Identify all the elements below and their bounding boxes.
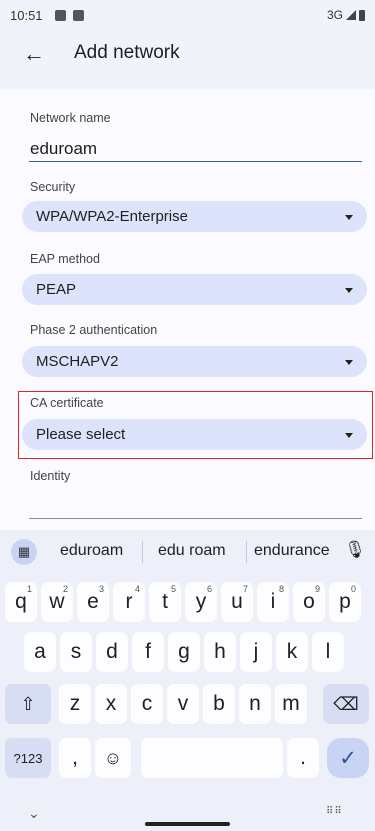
caret-down-icon [345, 360, 353, 365]
space-key[interactable] [141, 738, 283, 778]
eap-method-label: EAP method [30, 252, 100, 266]
key-z[interactable]: z [59, 684, 91, 724]
caret-down-icon [345, 215, 353, 220]
key-label: t [162, 590, 168, 613]
backspace-icon[interactable]: ⌫ [323, 684, 369, 724]
sim-card-icon [73, 10, 84, 21]
key-k[interactable]: k [276, 632, 308, 672]
key-sup: 5 [170, 584, 176, 594]
symbols-key[interactable]: ?123 [5, 738, 51, 778]
key-sup: 1 [26, 584, 32, 594]
security-value: WPA/WPA2-Enterprise [36, 208, 188, 225]
key-j[interactable]: j [240, 632, 272, 672]
page-title: Add network [74, 42, 180, 63]
key-d[interactable]: d [96, 632, 128, 672]
phase2-value: MSCHAPV2 [36, 353, 119, 370]
suggestion-1[interactable]: eduroam [60, 542, 123, 560]
key-label: o [303, 590, 315, 613]
suggestion-divider [246, 541, 247, 563]
suggestion-3[interactable]: endurance [254, 542, 330, 560]
key-w[interactable]: w2 [41, 582, 73, 622]
ca-certificate-highlight [18, 391, 373, 459]
shift-icon[interactable]: ⇧ [5, 684, 51, 724]
key-label: y [195, 590, 207, 613]
key-n[interactable]: n [239, 684, 271, 724]
network-name-input[interactable]: eduroam [30, 139, 97, 159]
key-e[interactable]: e3 [77, 582, 109, 622]
key-v[interactable]: v [167, 684, 199, 724]
network-name-underline [29, 161, 362, 162]
network-name-label: Network name [30, 111, 111, 125]
period-key[interactable]: . [287, 738, 319, 778]
hide-keyboard-chevron-icon[interactable]: ⌄ [28, 805, 40, 822]
microphone-icon[interactable]: 🎙 [343, 538, 367, 562]
key-a[interactable]: a [24, 632, 56, 672]
key-sup: 3 [98, 584, 104, 594]
emoji-icon[interactable]: ☺ [95, 738, 131, 778]
key-h[interactable]: h [204, 632, 236, 672]
suggestion-divider [142, 541, 143, 563]
eap-method-value: PEAP [36, 281, 77, 298]
key-label: u [231, 590, 243, 613]
battery-icon [359, 9, 365, 21]
identity-label: Identity [30, 469, 71, 483]
key-sup: 9 [314, 584, 320, 594]
comma-key[interactable]: , [59, 738, 91, 778]
key-g[interactable]: g [168, 632, 200, 672]
keyboard [0, 530, 375, 831]
key-label: p [339, 590, 351, 613]
signal-icon [346, 10, 356, 20]
key-i[interactable]: i8 [257, 582, 289, 622]
key-u[interactable]: u7 [221, 582, 253, 622]
key-sup: 8 [278, 584, 284, 594]
key-sup: 7 [242, 584, 248, 594]
key-b[interactable]: b [203, 684, 235, 724]
keyboard-switch-icon[interactable]: ⠿⠿ [326, 806, 343, 817]
key-sup: 2 [62, 584, 68, 594]
home-indicator[interactable] [145, 822, 230, 826]
apps-grid-icon[interactable]: ▦ [11, 539, 37, 565]
key-label: q [15, 590, 27, 613]
key-t[interactable]: t5 [149, 582, 181, 622]
network-type: 3G [326, 8, 343, 22]
key-y[interactable]: y6 [185, 582, 217, 622]
notification-icon [55, 10, 66, 21]
suggestion-2[interactable]: edu roam [158, 542, 226, 560]
phase2-dropdown[interactable]: MSCHAPV2 [22, 346, 367, 377]
back-arrow-icon[interactable]: ← [20, 40, 48, 68]
key-label: e [87, 590, 99, 613]
key-p[interactable]: p0 [329, 582, 361, 622]
app-bar: ← Add network [0, 34, 375, 74]
status-time: 10:51 [10, 8, 43, 23]
key-o[interactable]: o9 [293, 582, 325, 622]
key-label: r [125, 590, 133, 613]
key-sup: 0 [350, 584, 356, 594]
key-r[interactable]: r4 [113, 582, 145, 622]
status-right: 3G [327, 8, 365, 22]
identity-input[interactable] [29, 518, 362, 519]
key-s[interactable]: s [60, 632, 92, 672]
key-x[interactable]: x [95, 684, 127, 724]
phase2-label: Phase 2 authentication [30, 323, 158, 337]
key-l[interactable]: l [312, 632, 344, 672]
key-m[interactable]: m [275, 684, 307, 724]
key-q[interactable]: q1 [5, 582, 37, 622]
security-label: Security [30, 180, 76, 194]
status-bar: 10:51 3G [0, 0, 375, 34]
key-label: i [270, 590, 276, 613]
key-sup: 4 [134, 584, 140, 594]
caret-down-icon [345, 288, 353, 293]
eap-method-dropdown[interactable]: PEAP [22, 274, 367, 305]
key-c[interactable]: c [131, 684, 163, 724]
check-icon[interactable]: ✓ [327, 738, 369, 778]
key-sup: 6 [206, 584, 212, 594]
security-dropdown[interactable]: WPA/WPA2-Enterprise [22, 201, 367, 232]
key-f[interactable]: f [132, 632, 164, 672]
